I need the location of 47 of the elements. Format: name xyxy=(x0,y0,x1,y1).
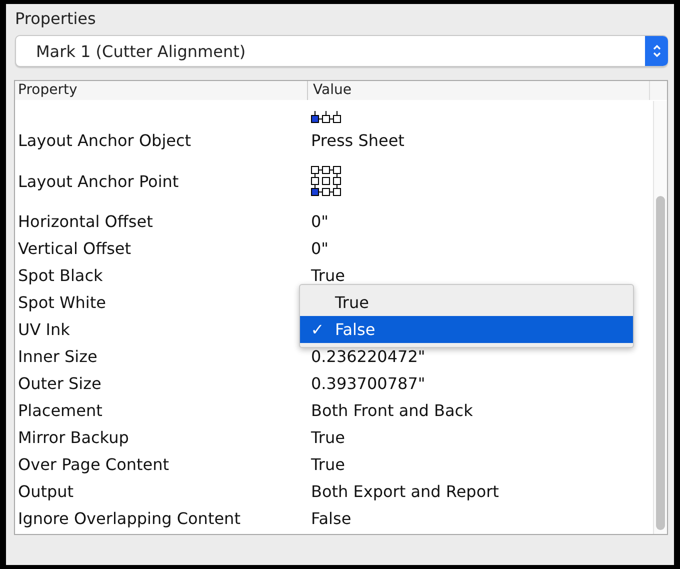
property-name: Vertical Offset xyxy=(18,239,132,258)
anchor-point-square[interactable] xyxy=(322,177,330,185)
anchor-point-square[interactable] xyxy=(322,188,330,196)
anchor-point-row-icon[interactable] xyxy=(311,111,341,123)
anchor-point-square[interactable] xyxy=(311,177,319,185)
scrollbar-track[interactable] xyxy=(653,101,667,534)
property-value[interactable]: True xyxy=(311,455,345,474)
anchor-point-square[interactable] xyxy=(333,177,341,185)
anchor-point-square[interactable] xyxy=(322,166,330,174)
anchor-point-square[interactable] xyxy=(322,115,330,123)
property-value[interactable]: Both Front and Back xyxy=(311,401,473,420)
property-value[interactable]: 0.236220472" xyxy=(311,347,426,366)
property-name: Outer Size xyxy=(18,374,102,393)
property-name: Layout Anchor Object xyxy=(18,131,192,150)
panel-title: Properties xyxy=(15,8,97,30)
property-value[interactable]: 0" xyxy=(311,212,329,231)
anchor-point-grid-icon[interactable] xyxy=(311,166,341,196)
property-name: UV Ink xyxy=(18,320,70,339)
property-value[interactable]: False xyxy=(311,509,352,528)
column-header[interactable]: Property xyxy=(15,81,308,100)
menu-option[interactable]: ✓ False xyxy=(300,316,633,343)
property-name: Inner Size xyxy=(18,347,98,366)
property-name: Spot White xyxy=(18,293,106,312)
property-name: Ignore Overlapping Content xyxy=(18,509,240,528)
property-name: Horizontal Offset xyxy=(18,212,153,231)
anchor-point-square[interactable] xyxy=(333,166,341,174)
property-name: Mirror Backup xyxy=(18,428,129,447)
property-name: Placement xyxy=(18,401,102,420)
menu-option[interactable]: True xyxy=(300,289,633,316)
property-name: Spot Black xyxy=(18,266,103,285)
property-name: Layout Anchor Point xyxy=(18,172,179,190)
scrollbar-thumb[interactable] xyxy=(656,196,665,530)
property-name: Output xyxy=(18,482,74,501)
anchor-point-square[interactable] xyxy=(311,166,319,174)
dropdown-value: Mark 1 (Cutter Alignment) xyxy=(35,42,247,60)
property-value[interactable]: 0" xyxy=(311,239,329,258)
property-value[interactable]: Press Sheet xyxy=(311,131,404,150)
property-value[interactable]: True xyxy=(311,266,345,285)
dropdown-stepper-icon[interactable] xyxy=(645,36,668,66)
property-value[interactable]: 0.393700787" xyxy=(311,374,426,393)
anchor-point-square[interactable] xyxy=(333,115,341,123)
mark-dropdown[interactable]: Mark 1 (Cutter Alignment) xyxy=(15,35,668,67)
property-value[interactable]: Both Export and Report xyxy=(311,482,499,501)
property-value[interactable]: True xyxy=(311,428,345,447)
property-name: Over Page Content xyxy=(18,455,170,474)
anchor-point-square[interactable] xyxy=(333,188,341,196)
column-header[interactable]: Value xyxy=(308,81,650,100)
